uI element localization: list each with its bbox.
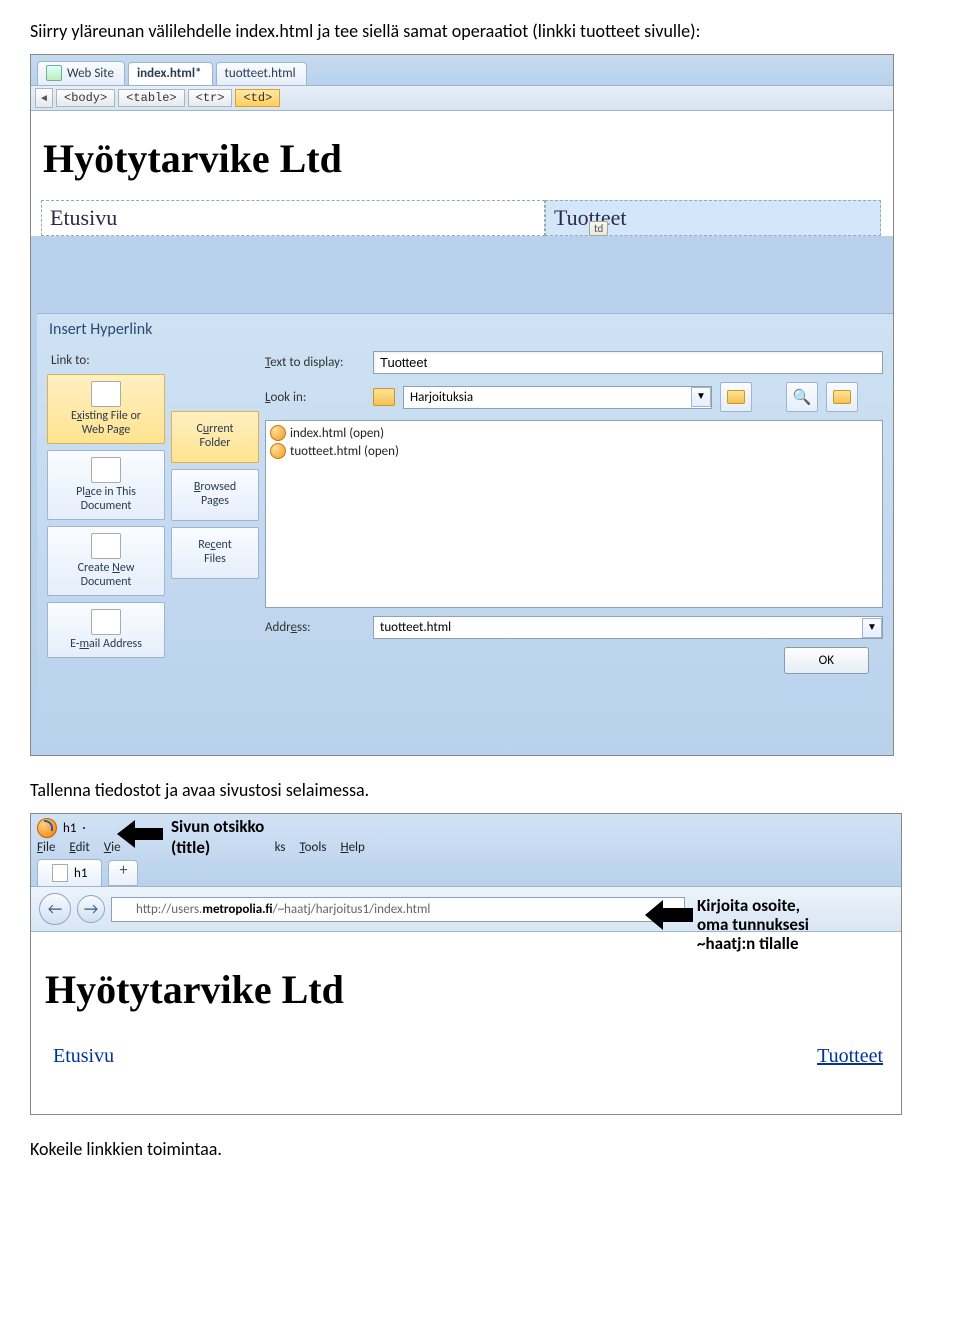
file-list[interactable]: index.html (open) tuotteet.html (open)	[265, 420, 883, 608]
tab-index-label: index.html*	[137, 66, 202, 81]
scope-browsed-pages[interactable]: BrowsedPages	[171, 469, 259, 521]
address-label: Address:	[265, 620, 365, 635]
up-folder-button[interactable]	[720, 382, 752, 412]
browser-tab-label: h1	[74, 866, 87, 881]
linkto-existing[interactable]: Existing File orWeb Page	[47, 374, 165, 444]
page-icon	[52, 864, 68, 882]
arrow-annotation-icon	[643, 898, 695, 932]
chevron-down-icon: ▼	[691, 387, 711, 407]
window-title: h1	[63, 821, 76, 836]
layout-table: Etusivu Tuotteet	[41, 200, 881, 236]
screenshot-editor: Web Site index.html* tuotteet.html ◄ <bo…	[30, 54, 894, 756]
email-icon	[91, 609, 121, 635]
html-file-icon	[270, 425, 286, 441]
folder-icon	[373, 388, 395, 406]
table-cell-etusivu[interactable]: Etusivu	[41, 200, 545, 236]
annotation-title: Sivun otsikko (title)	[171, 816, 264, 858]
tab-website-label: Web Site	[67, 66, 114, 81]
link-etusivu[interactable]: Etusivu	[53, 1045, 114, 1068]
breadcrumb-prev[interactable]: ◄	[35, 88, 53, 108]
file-tuotteet: tuotteet.html (open)	[290, 444, 399, 459]
menu-file[interactable]: File	[37, 840, 55, 855]
tab-index[interactable]: index.html*	[128, 62, 213, 85]
text-to-display-label: Text to display:	[265, 355, 365, 370]
breadcrumb-tr[interactable]: <tr>	[188, 89, 233, 107]
scope-recent-files[interactable]: RecentFiles	[171, 527, 259, 579]
arrow-annotation-icon	[115, 818, 165, 850]
page-icon	[118, 902, 130, 916]
browse-web-button[interactable]: 🔍	[786, 382, 818, 412]
breadcrumb-bar: ◄ <body> <table> <tr> <td>	[31, 86, 893, 111]
list-item[interactable]: tuotteet.html (open)	[270, 442, 878, 460]
linkto-createnew[interactable]: Create NewDocument	[47, 526, 165, 596]
address-input[interactable]: tuotteet.html ▼	[373, 616, 883, 639]
page-h1[interactable]: Hyötytarvike Ltd	[43, 135, 893, 182]
ok-button[interactable]: OK	[784, 647, 869, 674]
doc-instruction-3: Kokeile linkkien toimintaa.	[30, 1138, 930, 1160]
insert-hyperlink-dialog: Insert Hyperlink Link to: Existing File …	[37, 313, 893, 755]
html-file-icon	[270, 443, 286, 459]
menu-edit[interactable]: Edit	[69, 840, 89, 855]
browser-page-h1: Hyötytarvike Ltd	[45, 966, 895, 1013]
breadcrumb-td[interactable]: <td>	[235, 89, 280, 107]
tab-tuotteet-label: tuotteet.html	[225, 66, 296, 81]
doc-instruction-2: Tallenna tiedostot ja avaa sivustosi sel…	[30, 779, 930, 801]
scope-current-folder[interactable]: CurrentFolder	[171, 411, 259, 463]
browser-tab[interactable]: h1	[37, 859, 102, 886]
lookin-label: Look in:	[265, 390, 365, 405]
breadcrumb-body[interactable]: <body>	[56, 89, 115, 107]
list-item[interactable]: index.html (open)	[270, 424, 878, 442]
file-index: index.html (open)	[290, 426, 384, 441]
text-to-display-input[interactable]	[373, 351, 883, 374]
up-folder-icon	[727, 390, 745, 404]
dialog-title: Insert Hyperlink	[37, 314, 893, 345]
menu-tools[interactable]: Tools	[299, 840, 326, 855]
link-tuotteet[interactable]: Tuotteet	[817, 1045, 883, 1068]
url-bar[interactable]: http://users.metropolia.fi/~haatj/harjoi…	[111, 897, 685, 922]
menu-bookmarks[interactable]: ks	[275, 840, 286, 855]
annotation-url: Kirjoita osoite, oma tunnuksesi ~haatj:n…	[697, 896, 809, 953]
firefox-icon	[37, 818, 57, 838]
existing-file-icon	[91, 381, 121, 407]
td-tag-marker: td	[589, 221, 608, 236]
linkto-email[interactable]: E-mail Address	[47, 602, 165, 658]
menu-help[interactable]: Help	[340, 840, 364, 855]
breadcrumb-table[interactable]: <table>	[118, 89, 184, 107]
screenshot-browser: h1 · File Edit Vie ks Tools Help h1 + ← …	[30, 813, 902, 1115]
url-text: http://users.metropolia.fi/~haatj/harjoi…	[136, 902, 430, 917]
lookin-value: Harjoituksia	[410, 390, 473, 405]
address-value: tuotteet.html	[380, 620, 451, 635]
design-pane[interactable]: Hyötytarvike Ltd td Etusivu Tuotteet	[31, 111, 893, 236]
linkto-placein[interactable]: Place in ThisDocument	[47, 450, 165, 520]
linkto-label: Link to:	[47, 351, 165, 374]
lookin-dropdown[interactable]: Harjoituksia ▼	[403, 386, 712, 409]
forward-button[interactable]: →	[77, 895, 105, 923]
create-new-icon	[91, 533, 121, 559]
doc-instruction-1: Siirry yläreunan välilehdelle index.html…	[30, 20, 930, 42]
chevron-down-icon: ▼	[862, 618, 882, 638]
browse-file-button[interactable]	[826, 382, 858, 412]
globe-search-icon: 🔍	[793, 388, 812, 407]
open-folder-icon	[833, 390, 851, 404]
place-in-doc-icon	[91, 457, 121, 483]
back-button[interactable]: ←	[39, 893, 71, 925]
new-tab-button[interactable]: +	[108, 860, 138, 886]
website-icon	[46, 65, 62, 81]
tab-website[interactable]: Web Site	[37, 61, 125, 85]
tab-tuotteet[interactable]: tuotteet.html	[216, 62, 307, 85]
